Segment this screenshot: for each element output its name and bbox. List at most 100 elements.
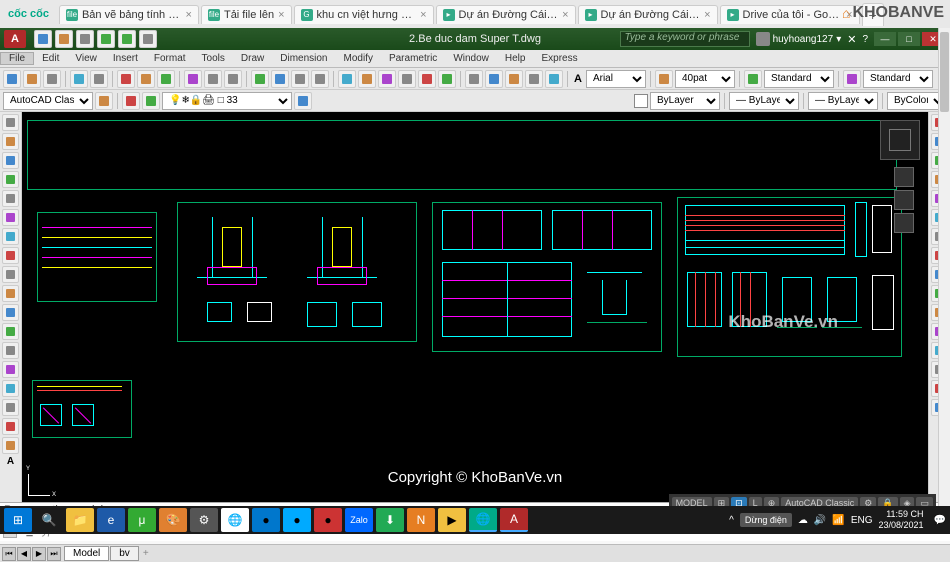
zoom-win-button[interactable]: [291, 70, 309, 88]
layer-select[interactable]: 💡❄🔒🖨 □ 33: [162, 92, 292, 110]
task-explorer[interactable]: 📁: [66, 508, 94, 532]
menu-edit[interactable]: Edit: [34, 53, 67, 64]
table-tool[interactable]: [2, 342, 19, 359]
save-icon[interactable]: [76, 30, 94, 48]
task-zalo[interactable]: Zalo: [345, 508, 373, 532]
task-chrome[interactable]: 🌐: [221, 508, 249, 532]
start-button[interactable]: ⊞: [4, 508, 32, 532]
new-icon[interactable]: [34, 30, 52, 48]
props-button[interactable]: [338, 70, 356, 88]
preview-button[interactable]: [90, 70, 108, 88]
ellipse-tool[interactable]: [2, 228, 19, 245]
region-tool[interactable]: [2, 361, 19, 378]
maximize-button[interactable]: □: [898, 32, 920, 46]
redo-button[interactable]: [224, 70, 242, 88]
print-icon[interactable]: [139, 30, 157, 48]
tab-first-icon[interactable]: ⏮: [2, 547, 16, 561]
save-button[interactable]: [43, 70, 61, 88]
pline-tool[interactable]: [2, 133, 19, 150]
app-logo[interactable]: A: [4, 30, 26, 48]
cut-button[interactable]: [117, 70, 135, 88]
menu-format[interactable]: Format: [146, 53, 194, 64]
menu-view[interactable]: View: [67, 53, 105, 64]
text-font-select[interactable]: Arial: [586, 70, 646, 88]
layout-tab-bv[interactable]: bv: [110, 546, 139, 561]
help-icon[interactable]: ?: [862, 34, 868, 45]
task-settings[interactable]: ⚙: [190, 508, 218, 532]
task-app1[interactable]: ●: [252, 508, 280, 532]
tab-last-icon[interactable]: ⏭: [47, 547, 61, 561]
browser-tab[interactable]: ▸Drive của tôi - Google D×: [720, 5, 860, 24]
tray-clock[interactable]: 11:59 CH 23/08/2021: [879, 509, 928, 531]
tray-notifications-icon[interactable]: 💬: [934, 515, 946, 526]
tray-ime[interactable]: ENG: [851, 515, 873, 526]
tool-pal-button[interactable]: [378, 70, 396, 88]
undo-icon[interactable]: [97, 30, 115, 48]
task-search[interactable]: 🔍: [35, 508, 63, 532]
view-cube[interactable]: [880, 120, 920, 160]
plot-button[interactable]: [70, 70, 88, 88]
browser-tab[interactable]: Gkhu cn việt hưng đến c×: [294, 5, 434, 24]
color-select[interactable]: ByLayer: [650, 92, 720, 110]
open-button[interactable]: [23, 70, 41, 88]
tb-b3[interactable]: [505, 70, 523, 88]
polygon-tool[interactable]: [2, 209, 19, 226]
text-style-icon[interactable]: A: [572, 73, 584, 85]
task-notepad[interactable]: N: [407, 508, 435, 532]
table-icon[interactable]: [744, 70, 762, 88]
line-tool[interactable]: [2, 114, 19, 131]
drawing-canvas[interactable]: Y X KhoBanVe.vn KhoBanVe.vn: [22, 112, 928, 502]
donut-tool[interactable]: [2, 437, 19, 454]
task-idm[interactable]: ⬇: [376, 508, 404, 532]
zoom-button[interactable]: [271, 70, 289, 88]
tb-b2[interactable]: [485, 70, 503, 88]
mleader-icon[interactable]: [843, 70, 861, 88]
new-button[interactable]: [3, 70, 21, 88]
linetype-select[interactable]: — ByLayerByLayer: [729, 92, 799, 110]
tray-chevron-icon[interactable]: ^: [729, 515, 734, 526]
task-autocad[interactable]: A: [500, 508, 528, 532]
menu-window[interactable]: Window: [445, 53, 497, 64]
minimize-button[interactable]: —: [874, 32, 896, 46]
lineweight-select[interactable]: — ByLayerByLayer: [808, 92, 878, 110]
table-style-select[interactable]: Standard: [764, 70, 834, 88]
menu-file[interactable]: File: [0, 52, 34, 65]
dim-icon[interactable]: [655, 70, 673, 88]
task-paint[interactable]: 🎨: [159, 508, 187, 532]
menu-parametric[interactable]: Parametric: [381, 53, 445, 64]
undo-button[interactable]: [204, 70, 222, 88]
mtext-tool[interactable]: A: [2, 456, 19, 467]
task-media[interactable]: ▶: [438, 508, 466, 532]
spline-tool[interactable]: [2, 266, 19, 283]
tray-volume-icon[interactable]: 🔊: [814, 515, 826, 526]
tb-b5[interactable]: [545, 70, 563, 88]
text-tool[interactable]: [2, 323, 19, 340]
open-icon[interactable]: [55, 30, 73, 48]
sheet-button[interactable]: [398, 70, 416, 88]
dc-button[interactable]: [358, 70, 376, 88]
xline-tool[interactable]: [2, 418, 19, 435]
task-app2[interactable]: ●: [283, 508, 311, 532]
pan-button[interactable]: [251, 70, 269, 88]
task-coccoc[interactable]: 🌐: [469, 508, 497, 532]
browser-tab[interactable]: fileBản vẽ bảng tính xe đú×: [59, 5, 199, 24]
mline-tool[interactable]: [2, 380, 19, 397]
workspace-select[interactable]: AutoCAD Classic: [3, 92, 93, 110]
tb-b4[interactable]: [525, 70, 543, 88]
menu-tools[interactable]: Tools: [194, 53, 233, 64]
point-tool[interactable]: [2, 285, 19, 302]
tab-prev-icon[interactable]: ◀: [17, 547, 31, 561]
circle-tool[interactable]: [2, 152, 19, 169]
ray-tool[interactable]: [2, 399, 19, 416]
task-edge[interactable]: e: [97, 508, 125, 532]
zoom-prev-button[interactable]: [311, 70, 329, 88]
help-search-input[interactable]: Type a keyword or phrase: [620, 31, 750, 47]
mleader-style-select[interactable]: Standard: [863, 70, 933, 88]
block-tool[interactable]: [2, 304, 19, 321]
layout-tab-model[interactable]: Model: [64, 546, 109, 561]
markup-button[interactable]: [418, 70, 436, 88]
menu-help[interactable]: Help: [497, 53, 534, 64]
tray-power-mode[interactable]: Dừng điện: [740, 513, 792, 527]
menu-insert[interactable]: Insert: [105, 53, 146, 64]
layer-state-button[interactable]: [142, 92, 160, 110]
